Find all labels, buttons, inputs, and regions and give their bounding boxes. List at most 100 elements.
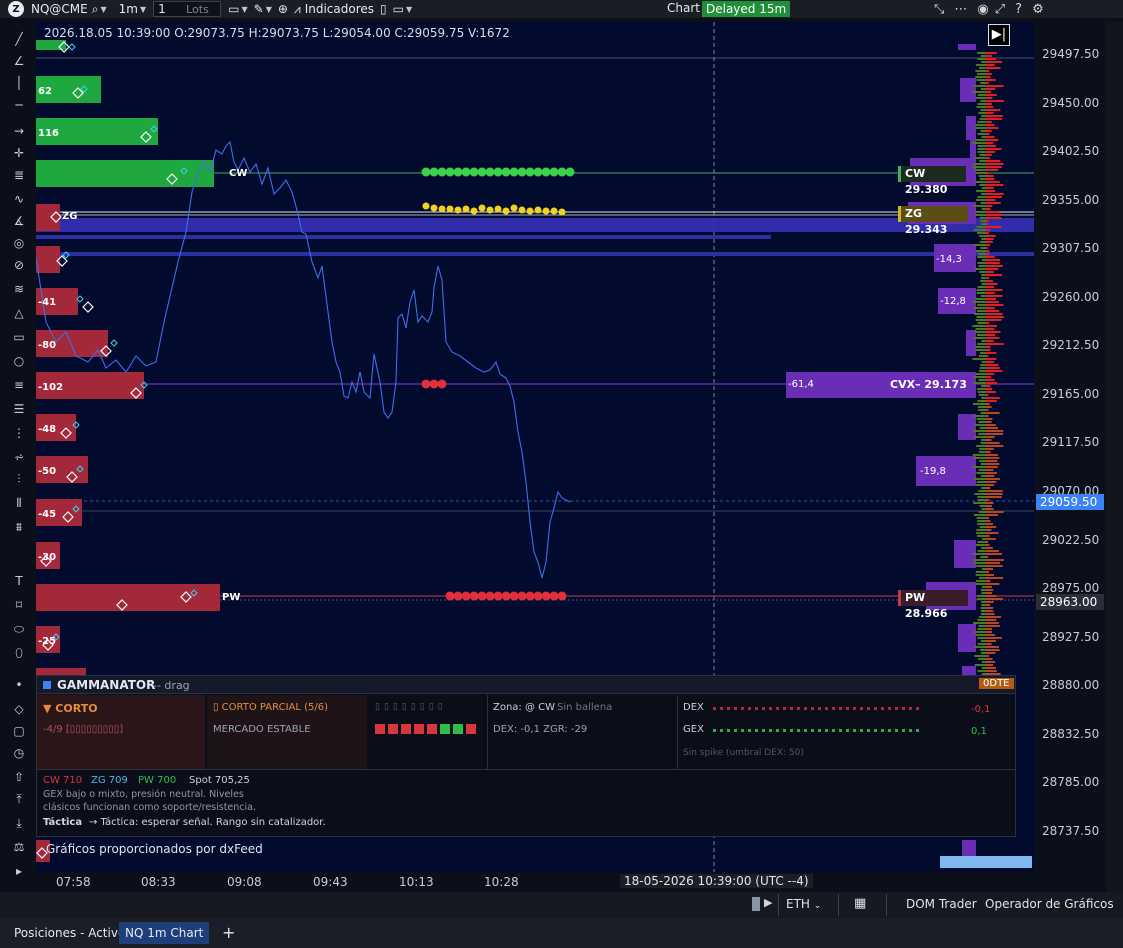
tag-icon[interactable]: ⌑ <box>10 596 28 614</box>
time-zones-icon[interactable]: ⫴ <box>10 494 28 512</box>
flow-bar-buy <box>981 361 986 363</box>
indicators-button[interactable]: ⩘ Indicadores <box>291 0 377 18</box>
profile-value: -14,3 <box>936 254 962 265</box>
up-arrow-icon[interactable]: ⇧ <box>10 768 28 786</box>
flow-bar-buy <box>979 271 986 273</box>
circle-icon[interactable]: ○ <box>10 352 28 370</box>
flow-bar-sell <box>986 343 1004 345</box>
layout-icon[interactable]: ▭ ▼ <box>390 0 416 18</box>
camera-icon[interactable]: ◉ <box>977 2 988 17</box>
price-tick: 28785.00 <box>1042 775 1100 789</box>
time-axis[interactable]: 07:58 08:33 09:08 09:43 10:13 10:28 18-0… <box>36 872 1034 892</box>
ray-icon[interactable]: ∠ <box>10 52 28 70</box>
add-tab-icon[interactable]: + <box>216 922 241 944</box>
draw-pen-icon[interactable]: ✎ ▼ <box>251 0 275 18</box>
flow-bar-buy <box>977 535 986 537</box>
sort-up-icon[interactable]: ⤒ <box>10 790 28 808</box>
flow-bar-sell <box>986 604 991 606</box>
help-icon[interactable]: ? <box>1015 2 1022 17</box>
settings-gear-icon[interactable]: ⚙ <box>1032 2 1044 17</box>
arrow-icon[interactable]: → <box>10 122 28 140</box>
app-logo-icon[interactable]: Z <box>8 1 24 17</box>
dom-trader-button[interactable]: DOM Trader <box>906 897 977 911</box>
flow-bar-buy <box>974 331 986 333</box>
trendline-icon[interactable]: ╱ <box>10 30 28 48</box>
tab-positions[interactable]: Posiciones - Active <box>8 922 131 944</box>
flow-bar-buy <box>973 229 986 231</box>
chart-operator-button[interactable]: Operador de Gráficos <box>985 897 1114 911</box>
flow-bar-buy <box>974 631 986 633</box>
flow-bar-buy <box>977 253 986 255</box>
panel-drag-hint[interactable]: -- drag <box>153 679 190 692</box>
go-to-live-button[interactable]: ▶| <box>988 24 1010 46</box>
zoom-in-icon[interactable]: ⊕ <box>275 0 291 18</box>
flow-bar-buy <box>974 268 986 270</box>
vertical-line-icon[interactable]: │ <box>10 74 28 92</box>
flow-bar-sell <box>986 73 992 75</box>
flow-bar-buy <box>972 301 986 303</box>
flow-bar-buy <box>981 568 986 570</box>
template-icon[interactable]: ▯ <box>377 0 390 18</box>
rectangle-icon[interactable]: ▭ <box>10 328 28 346</box>
flow-bar-sell <box>986 85 1004 87</box>
quantity-input[interactable] <box>154 2 177 16</box>
flow-bar-sell <box>986 403 990 405</box>
text-icon[interactable]: T <box>10 572 28 590</box>
crosshair-icon[interactable]: ✛ <box>10 144 28 162</box>
more-icon[interactable]: ⋯ <box>954 2 967 17</box>
flow-bar-buy <box>980 652 986 654</box>
flow-bar-sell <box>986 112 994 114</box>
quantity-field[interactable]: Lots <box>153 1 222 17</box>
angle-icon[interactable]: ∡ <box>10 212 28 230</box>
flow-bar-buy <box>978 370 986 372</box>
flow-bar-sell <box>986 553 1002 555</box>
dot-icon[interactable]: • <box>10 676 28 694</box>
label-icon[interactable]: ⬭ <box>10 620 28 638</box>
chat-icon[interactable]: ▭ ▼ <box>225 0 251 18</box>
right-scrollbar[interactable] <box>1106 22 1123 892</box>
sort-down-icon[interactable]: ⤓ <box>10 814 28 832</box>
ruler-icon[interactable]: ⊘ <box>10 256 28 274</box>
curve-icon[interactable]: ∿ <box>10 190 28 208</box>
flow-bar-buy <box>978 658 986 660</box>
diamond-icon[interactable]: ◇ <box>10 700 28 718</box>
flow-bar-sell <box>986 313 1003 315</box>
clock-icon[interactable]: ◷ <box>10 744 28 762</box>
chart-label: Chart <box>667 1 700 15</box>
fib-icon[interactable]: ≋ <box>10 280 28 298</box>
flow-bar-buy <box>974 244 986 246</box>
pitchfork-icon[interactable]: ⩫ <box>10 448 28 466</box>
fib-retracement-icon[interactable]: ≡ <box>10 376 28 394</box>
cursor-icon[interactable]: ▸ <box>10 862 28 880</box>
flow-bar-sell <box>986 493 1003 495</box>
flow-bar-buy <box>979 217 986 219</box>
interval-selector[interactable]: 1m ▼ <box>116 0 149 18</box>
scroll-handle[interactable] <box>752 897 760 911</box>
channel-icon[interactable]: ≣ <box>10 166 28 184</box>
flow-bar-buy <box>976 517 986 519</box>
gann-icon[interactable]: ⋮ <box>10 424 28 442</box>
callout-icon[interactable]: ⬯ <box>10 644 28 662</box>
session-selector[interactable]: ETH ⌄ <box>786 897 821 911</box>
calendar-icon[interactable]: ▦ <box>854 896 866 911</box>
drawing-tools: ╱ ∠ │ ─ → ✛ ≣ ∿ ∡ ◎ ⊘ ≋ △ ▭ ○ ≡ ☰ ⋮ ⩫ ⫶ … <box>0 30 36 896</box>
flow-bar-sell <box>986 454 998 456</box>
tab-nq-chart[interactable]: NQ 1m Chart <box>119 922 210 944</box>
square-icon[interactable]: ▢ <box>10 722 28 740</box>
symbol-selector[interactable]: NQ@CME ⌕ ▼ <box>28 0 110 18</box>
fib-extension-icon[interactable]: ☰ <box>10 400 28 418</box>
scale-icon[interactable]: ⚖ <box>10 838 28 856</box>
target-icon[interactable]: ◎ <box>10 234 28 252</box>
triangle-icon[interactable]: △ <box>10 304 28 322</box>
gammanator-panel[interactable]: GAMMANATOR -- drag 0DTE ▼ CORTO -4/9 [▯▯… <box>36 675 1016 837</box>
flow-bar-buy <box>975 349 986 351</box>
regression-icon[interactable]: ⩩ <box>10 518 28 536</box>
price-axis[interactable]: 29497.50 29450.00 29402.50 29355.00 2930… <box>1034 22 1106 872</box>
expand-icon[interactable]: ⤢ <box>995 2 1005 17</box>
cycle-icon[interactable]: ⫶ <box>10 470 28 488</box>
chevron-right-icon[interactable]: ▶ <box>764 896 772 909</box>
collapse-icon[interactable]: ⤡ <box>934 2 944 17</box>
flow-bar-buy <box>972 403 986 405</box>
flow-bar-sell <box>986 346 991 348</box>
horizontal-line-icon[interactable]: ─ <box>10 96 28 114</box>
